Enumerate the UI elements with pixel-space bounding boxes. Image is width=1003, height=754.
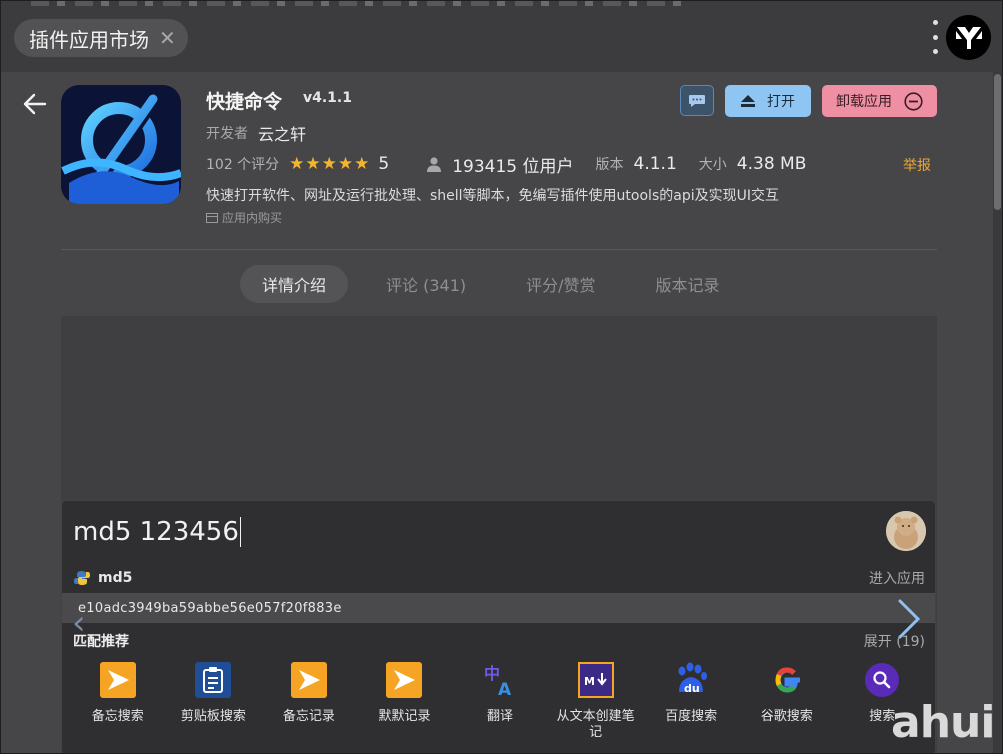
recommend-app: 默默记录 xyxy=(357,661,453,741)
scrollbar[interactable] xyxy=(993,72,1002,753)
developer-row: 开发者 云之轩 xyxy=(206,121,306,145)
tab-versions[interactable]: 版本记录 xyxy=(634,265,742,303)
recommend-app-list: 备忘搜索 剪贴板搜索 备忘记录 默默记录 中A 翻译 M 从文本创建笔记 du … xyxy=(70,661,930,741)
open-button[interactable]: 打开 xyxy=(725,85,811,117)
plugin-row: md5 进入应用 xyxy=(74,568,925,588)
tab-bar: 详情介绍 评论 (341) 评分/赞赏 版本记录 xyxy=(240,265,758,303)
app-icon xyxy=(61,85,181,204)
recommend-app: 备忘记录 xyxy=(261,661,357,741)
in-app-purchase: 应用内购买 xyxy=(206,209,282,226)
avatar xyxy=(886,511,926,551)
top-edge-stripe xyxy=(31,1,691,6)
recommend-app: M 从文本创建笔记 xyxy=(548,661,644,741)
search-input-text: md5 123456 xyxy=(73,517,239,547)
chat-bubble-icon xyxy=(689,94,705,107)
expand-link: 展开 (19) xyxy=(863,634,925,650)
search-pill[interactable]: 插件应用市场 ✕ xyxy=(14,19,188,57)
recommend-app-label: 谷歌搜索 xyxy=(760,709,813,724)
recommend-app: 备忘搜索 xyxy=(70,661,166,741)
star-rating-icon: ★★★★★ xyxy=(289,154,371,174)
screenshot-preview: md5 123456 md5 进入应用 e10adc3949ba59abbe56… xyxy=(61,316,937,753)
recommend-app-label: 翻译 xyxy=(487,709,514,724)
recommend-app: du 百度搜索 xyxy=(643,661,739,741)
search-icon xyxy=(863,661,901,699)
close-icon[interactable]: ✕ xyxy=(159,28,176,48)
recommend-app-label: 默默记录 xyxy=(378,709,431,724)
svg-text:A: A xyxy=(498,680,512,698)
scrollbar-thumb[interactable] xyxy=(994,74,1001,210)
recommend-app-label: 百度搜索 xyxy=(665,709,718,724)
feedback-button[interactable] xyxy=(680,85,714,116)
version-value: 4.1.1 xyxy=(633,154,677,174)
translate-icon: 中A xyxy=(481,661,519,699)
app-description: 快速打开软件、网址及运行批处理、shell等脚本，免编写插件使用utools的a… xyxy=(206,188,779,204)
report-link[interactable]: 举报 xyxy=(903,155,931,175)
app-name: 快捷命令 xyxy=(206,91,283,113)
recommend-app: 剪贴板搜索 xyxy=(166,661,262,741)
utools-panel: md5 123456 md5 进入应用 e10adc3949ba59abbe56… xyxy=(61,500,936,753)
version-label: 版本 xyxy=(595,157,624,173)
recommend-app-label: 从文本创建笔记 xyxy=(556,709,635,740)
python-icon xyxy=(74,571,90,585)
eject-icon xyxy=(741,95,755,107)
utools-logo-icon[interactable] xyxy=(946,15,991,60)
baidu-icon: du xyxy=(672,661,710,699)
app-version: v4.1.1 xyxy=(303,90,352,106)
minus-circle-icon xyxy=(904,91,923,111)
size-value: 4.38 MB xyxy=(736,154,807,174)
search-input: md5 123456 xyxy=(73,517,241,547)
size-label: 大小 xyxy=(698,157,727,173)
title-bar: 插件应用市场 ✕ xyxy=(1,1,1002,72)
divider xyxy=(61,249,937,250)
tab-details[interactable]: 详情介绍 xyxy=(240,265,349,303)
recommend-app-label: 备忘搜索 xyxy=(91,709,144,724)
markdown-icon: M xyxy=(577,661,615,699)
google-icon xyxy=(768,661,806,699)
recommend-app-label: 备忘记录 xyxy=(282,709,335,724)
in-app-purchase-label: 应用内购买 xyxy=(222,211,283,225)
svg-text:M: M xyxy=(584,675,595,688)
back-arrow-icon[interactable] xyxy=(23,93,47,115)
user-count-text: 193415 位用户 xyxy=(452,156,574,177)
rating-count: 102 个评分 xyxy=(206,157,280,173)
user-count: 193415 位用户 xyxy=(426,152,574,177)
more-menu-icon[interactable] xyxy=(930,20,940,54)
developer-name[interactable]: 云之轩 xyxy=(258,121,306,145)
purchase-card-icon xyxy=(206,212,218,223)
recommend-title: 匹配推荐 xyxy=(73,634,129,650)
clipboard-icon xyxy=(194,661,232,699)
uninstall-button-label: 卸载应用 xyxy=(836,94,892,110)
star-ticket-icon xyxy=(385,661,423,699)
plugin-name: md5 xyxy=(98,570,133,586)
uninstall-button[interactable]: 卸载应用 xyxy=(822,85,937,117)
star-ticket-icon xyxy=(99,661,137,699)
watermark: ahui xyxy=(891,697,995,748)
search-pill-label: 插件应用市场 xyxy=(29,27,149,52)
recommend-app: 谷歌搜索 xyxy=(739,661,835,741)
star-ticket-icon xyxy=(290,661,328,699)
user-icon xyxy=(427,157,442,172)
tab-rating[interactable]: 评分/赞赏 xyxy=(504,265,617,303)
app-window: 插件应用市场 ✕ 快捷命令 v4.1.1 开发者 云之轩 102 个评分 ★★★… xyxy=(0,0,1003,754)
open-button-label: 打开 xyxy=(767,94,795,110)
recommend-app: 中A 翻译 xyxy=(452,661,548,741)
rating-value: 5 xyxy=(378,154,390,174)
developer-label: 开发者 xyxy=(206,126,248,142)
enter-app-link: 进入应用 xyxy=(869,571,925,587)
hash-result: e10adc3949ba59abbe56e057f20f883e xyxy=(62,593,935,623)
stats-row: 102 个评分 ★★★★★ 5 193415 位用户 版本 4.1.1 大小 4… xyxy=(206,152,807,177)
recommend-row: 匹配推荐 展开 (19) xyxy=(73,631,925,651)
recommend-app-label: 剪贴板搜索 xyxy=(180,709,246,724)
svg-text:du: du xyxy=(684,682,700,695)
tab-comments[interactable]: 评论 (341) xyxy=(364,265,488,303)
